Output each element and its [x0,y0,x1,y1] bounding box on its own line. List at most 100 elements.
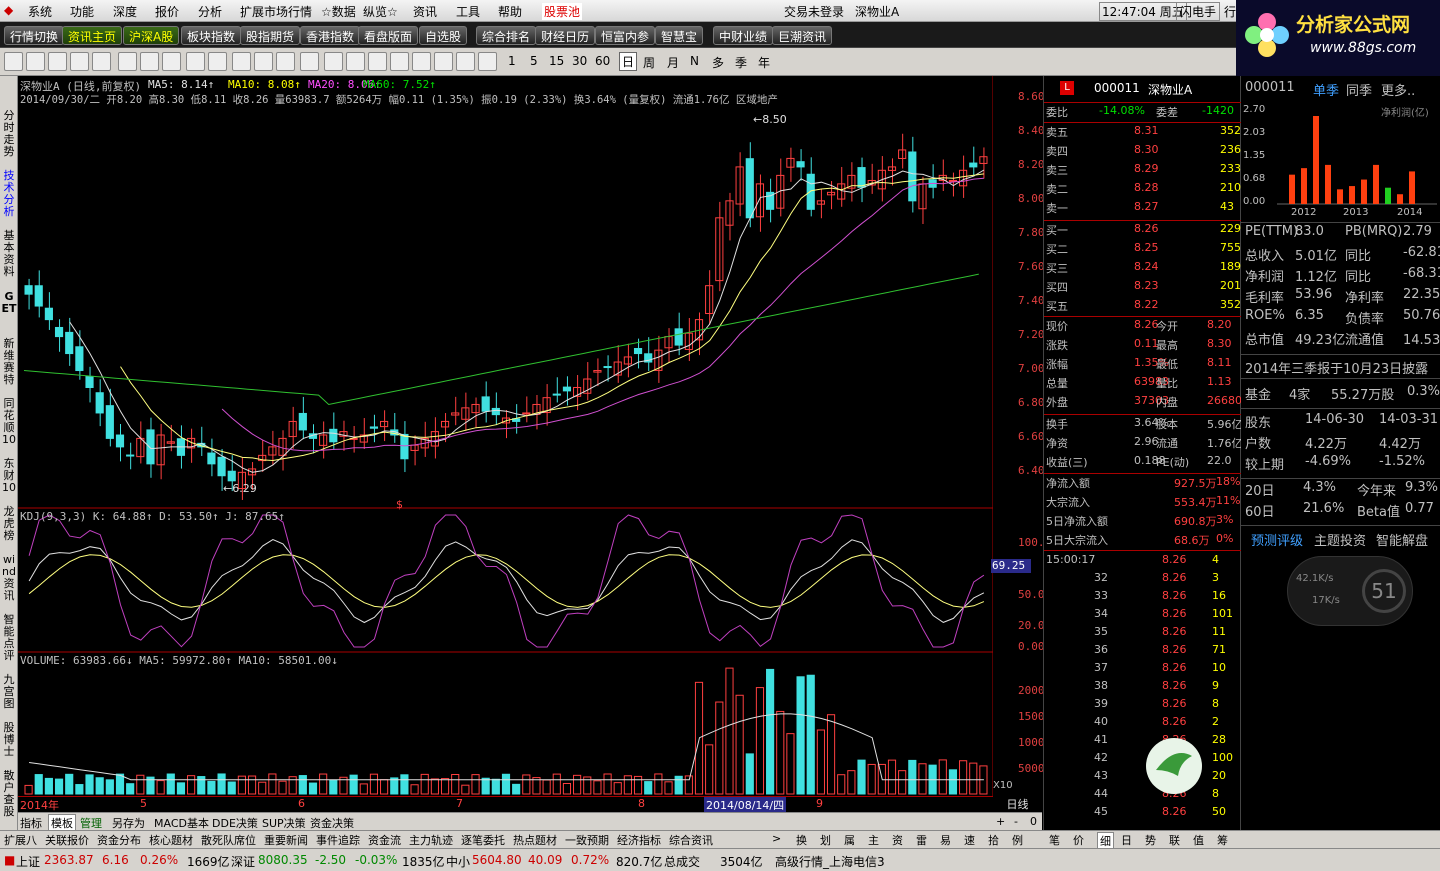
nav-smart-comment[interactable]: 智能点评 [1,614,17,662]
period-5min[interactable]: 5 [530,54,538,68]
tab-cninfo[interactable]: 巨潮资讯 [772,26,833,45]
period-15min[interactable]: 15 [549,54,564,68]
period-n[interactable]: N [690,54,699,68]
tab-calendar[interactable]: 财经日历 [535,26,596,45]
period-60min[interactable]: 60 [595,54,610,68]
bottom-tab-right[interactable]: 速 [964,832,975,848]
menu-data[interactable]: ☆数据 [321,3,356,20]
menu-quote[interactable]: 报价 [155,3,179,20]
up-arrow-icon[interactable] [26,52,45,71]
menu-tools[interactable]: 工具 [456,3,480,20]
bottom-tab[interactable]: 主力轨迹 [409,832,453,848]
tab-macd[interactable]: MACD基本 [154,815,209,831]
f1-icon[interactable] [232,52,251,71]
zoom-in-icon[interactable] [186,52,205,71]
detail-tab[interactable]: 势 [1145,832,1156,848]
link-smart[interactable]: 智能解盘 [1376,530,1428,549]
brush-icon[interactable] [368,52,387,71]
bottom-tab-right[interactable]: 换 [796,832,807,848]
detail-tab[interactable]: 筹 [1217,832,1228,848]
bottom-tab[interactable]: 资金流 [368,832,401,848]
bottom-tab[interactable]: 经济指标 [617,832,661,848]
menu-function[interactable]: 功能 [70,3,94,20]
nav-get[interactable]: GET [1,291,17,315]
detail-tab[interactable]: 价 [1073,832,1084,848]
menu-depth[interactable]: 深度 [113,3,137,20]
flash-trade-button[interactable]: 闪电手 [1176,2,1221,21]
f2-icon[interactable] [254,52,273,71]
nav-retail-check[interactable]: 散户查股 [1,770,17,818]
menu-overview[interactable]: 纵览☆ [363,3,398,20]
bottom-tab-right[interactable]: 主 [868,832,879,848]
zoom-plus-button[interactable]: + [996,815,1005,828]
candle-icon[interactable] [140,52,159,71]
bottom-tab-right[interactable]: 资 [892,832,903,848]
nav-ths10[interactable]: 同花顺10 [1,398,17,446]
period-30min[interactable]: 30 [572,54,587,68]
tab-save-as[interactable]: 另存为 [112,815,145,831]
nav-tech-analysis[interactable]: 技术分析 [1,170,17,218]
tab-more[interactable]: 更多.. [1381,80,1415,99]
down-arrow-icon[interactable] [70,52,89,71]
nav-timeshare[interactable]: 分时走势 [1,110,17,158]
bottom-tab[interactable]: 事件追踪 [316,832,360,848]
bottom-tab-right[interactable]: 划 [820,832,831,848]
bottom-tab-right[interactable]: 雷 [916,832,927,848]
right-arrow-icon[interactable] [92,52,111,71]
tab-news-home[interactable]: 资讯主页 [62,26,123,45]
bottom-tab-right[interactable]: 易 [940,832,951,848]
menu-help[interactable]: 帮助 [498,3,522,20]
tab-zhihuibao[interactable]: 智慧宝 [655,26,704,45]
detail-tab[interactable]: 联 [1169,832,1180,848]
period-day[interactable]: 日 [619,52,638,71]
zoom-reset-button[interactable]: 0 [1030,815,1037,828]
bottom-tab[interactable]: 重要新闻 [264,832,308,848]
period-quarter[interactable]: 季 [735,54,747,71]
bottom-tab[interactable]: 逐笔委托 [461,832,505,848]
tab-hk-index[interactable]: 香港指数 [300,26,361,45]
bottom-tab[interactable]: 扩展八 [4,832,37,848]
tab-sector-index[interactable]: 板块指数 [181,26,242,45]
chart-type-icon[interactable] [162,52,181,71]
rsi-icon[interactable] [324,52,343,71]
period-month[interactable]: 月 [667,54,679,71]
tab-manage[interactable]: 管理 [80,815,102,831]
period-week[interactable]: 周 [643,54,655,71]
app-icon[interactable]: ◆ [4,3,13,17]
tab-watchlist[interactable]: 自选股 [419,26,468,45]
detail-tab[interactable]: 值 [1193,832,1204,848]
tab-dde[interactable]: DDE决策 [212,815,258,831]
move-icon[interactable] [390,52,409,71]
detail-tab[interactable]: 日 [1121,832,1132,848]
bottom-tab-right[interactable]: 例 [1012,832,1023,848]
period-year[interactable]: 年 [758,54,770,71]
bottom-tab[interactable]: 关联报价 [45,832,89,848]
nav-stock-doctor[interactable]: 股博士 [1,722,17,758]
nav-xinweisaite[interactable]: 新维赛特 [1,338,17,386]
tab-hengfu[interactable]: 恒富内参 [595,26,656,45]
menu-stock-pool[interactable]: 股票池 [542,3,583,20]
left-arrow-icon[interactable] [48,52,67,71]
detail-tab[interactable]: 笔 [1049,832,1060,848]
bar-chart-icon[interactable] [118,52,137,71]
tab-ranking[interactable]: 综合排名 [476,26,537,45]
f3-icon[interactable] [276,52,295,71]
zoom-minus-button[interactable]: - [1014,815,1018,828]
period-1min[interactable]: 1 [508,54,516,68]
nav-wind[interactable]: wind资讯 [1,554,17,602]
bottom-tab[interactable]: 一致预期 [565,832,609,848]
eraser-icon[interactable] [412,52,431,71]
bar-icon[interactable] [300,52,319,71]
bottom-tab[interactable]: 资金分布 [97,832,141,848]
period-multi[interactable]: 多 [712,54,724,71]
tab-layout[interactable]: 看盘版面 [358,26,419,45]
menu-analysis[interactable]: 分析 [198,3,222,20]
nav-nine-grid[interactable]: 九宫图 [1,674,17,710]
menu-extended-market[interactable]: 扩展市场行情 [240,3,312,20]
refresh-icon[interactable] [478,52,497,71]
f5-icon[interactable] [456,52,475,71]
bottom-tab-right[interactable]: 拾 [988,832,999,848]
tab-single-quarter[interactable]: 单季 [1313,80,1339,99]
bottom-tab[interactable]: 核心题材 [149,832,193,848]
tab-indicator[interactable]: 指标 [20,815,42,831]
